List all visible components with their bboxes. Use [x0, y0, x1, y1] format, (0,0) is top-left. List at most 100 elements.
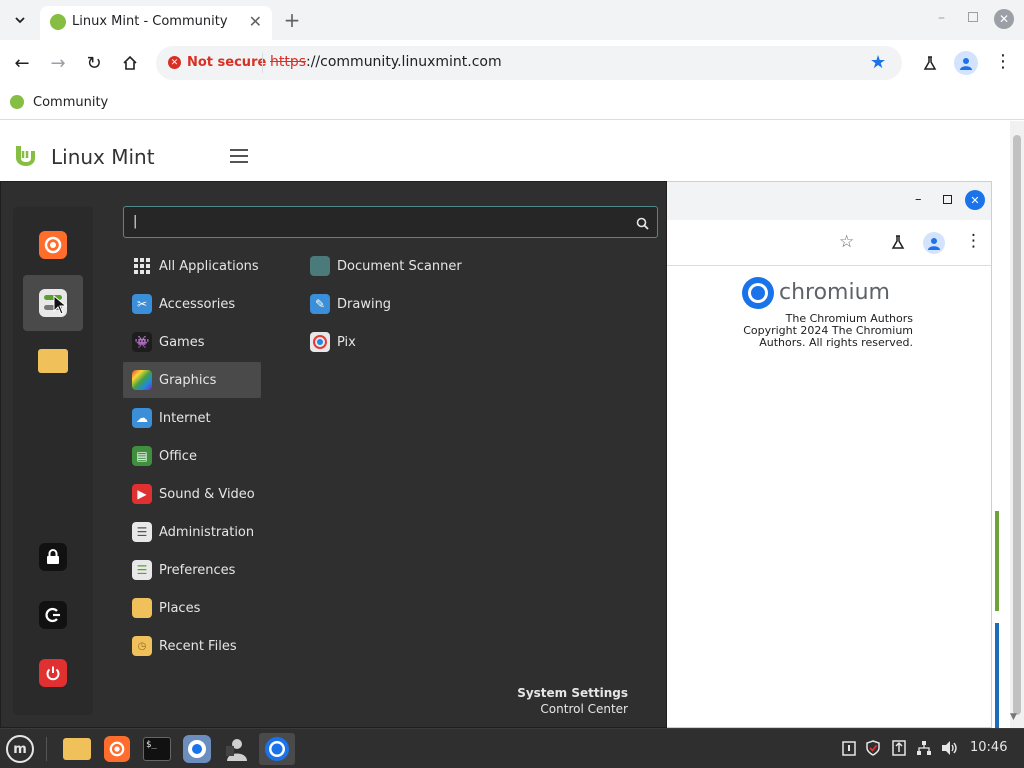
recent-files-icon: ◷ — [132, 636, 152, 656]
url-scheme: https — [270, 54, 307, 70]
category-label: Administration — [159, 524, 255, 540]
menu-button[interactable]: m — [2, 733, 38, 765]
internet-icon: ☁ — [132, 408, 152, 428]
taskbar-chromium-window[interactable] — [259, 733, 295, 765]
category-label: Sound & Video — [159, 486, 255, 502]
drawing-icon: ✎ — [310, 294, 330, 314]
taskbar-firefox[interactable] — [99, 733, 135, 765]
clock[interactable]: 10:46 — [970, 740, 1007, 755]
category-places[interactable]: Places — [123, 590, 261, 626]
linux-mint-favicon-icon — [10, 95, 24, 109]
app-drawing[interactable]: ✎ Drawing — [301, 286, 541, 322]
profile-avatar-icon[interactable] — [954, 51, 978, 75]
scrollbar-thumb[interactable] — [1013, 135, 1021, 715]
category-recent-files[interactable]: ◷ Recent Files — [123, 628, 261, 664]
games-icon: 👾 — [132, 332, 152, 352]
app-document-scanner[interactable]: Document Scanner — [301, 248, 541, 284]
category-accessories[interactable]: ✂ Accessories — [123, 286, 261, 322]
site-title[interactable]: Linux Mint — [51, 145, 155, 169]
category-label: Office — [159, 448, 197, 464]
new-tab-icon[interactable]: + — [280, 8, 304, 32]
update-tray-icon[interactable] — [890, 739, 908, 757]
chromium-logo-icon — [741, 276, 775, 310]
not-secure-icon[interactable]: ✕ — [168, 56, 181, 69]
home-icon[interactable] — [118, 51, 142, 75]
folder-icon — [38, 349, 68, 373]
scroll-down-arrow-icon[interactable]: ▼ — [1010, 712, 1017, 722]
category-games[interactable]: 👾 Games — [123, 324, 261, 360]
shield-tray-icon[interactable] — [864, 739, 882, 757]
logout-icon — [39, 601, 67, 629]
back-icon[interactable]: ← — [10, 51, 34, 75]
taskbar-divider — [46, 737, 47, 761]
taskbar-files[interactable] — [59, 733, 95, 765]
minimize-icon[interactable]: – — [938, 10, 945, 26]
search-text-cursor: | — [133, 214, 138, 229]
taskbar-user-app[interactable] — [219, 733, 255, 765]
category-all-applications[interactable]: All Applications — [123, 248, 261, 284]
close-window-icon[interactable]: ✕ — [965, 190, 985, 210]
grid-icon — [132, 256, 152, 276]
firefox-icon — [104, 736, 130, 762]
network-tray-icon[interactable] — [915, 739, 933, 757]
category-label: Recent Files — [159, 638, 237, 654]
category-label: Places — [159, 600, 201, 616]
favorite-firefox[interactable] — [23, 217, 83, 273]
chromium-about-window[interactable]: – ✕ ☆ ⋮ chromium The Chromium Authors Co… — [640, 181, 992, 728]
hamburger-menu-icon[interactable] — [230, 149, 248, 163]
mouse-pointer-icon — [53, 294, 68, 319]
copyright-line-2: Authors. All rights reserved. — [759, 336, 913, 349]
category-label: All Applications — [159, 258, 259, 274]
category-label: Accessories — [159, 296, 236, 312]
minimize-icon[interactable]: – — [915, 192, 922, 207]
accessories-icon: ✂ — [132, 294, 152, 314]
category-graphics[interactable]: Graphics — [123, 362, 261, 398]
close-window-icon[interactable]: ✕ — [994, 9, 1014, 29]
security-label[interactable]: Not secure — [187, 55, 266, 70]
favorite-files[interactable] — [23, 333, 83, 389]
taskbar-chromium-launcher[interactable] — [179, 733, 215, 765]
clipboard-tray-icon[interactable] — [840, 739, 858, 757]
logout-button[interactable] — [23, 587, 83, 643]
category-office[interactable]: ▤ Office — [123, 438, 261, 474]
menu-search-input[interactable]: | — [123, 206, 658, 238]
profile-avatar-icon[interactable] — [923, 232, 945, 254]
maximize-icon[interactable] — [943, 195, 952, 204]
app-pix[interactable]: Pix — [301, 324, 541, 360]
labs-flask-icon[interactable] — [890, 234, 906, 254]
volume-tray-icon[interactable] — [941, 739, 959, 757]
tab-close-icon[interactable]: ✕ — [249, 12, 262, 31]
shutdown-button[interactable] — [23, 645, 83, 701]
category-sound-video[interactable]: ▶ Sound & Video — [123, 476, 261, 512]
category-administration[interactable]: ☰ Administration — [123, 514, 261, 550]
kebab-menu-icon[interactable]: ⋮ — [965, 233, 982, 250]
taskbar-terminal[interactable]: $_ — [139, 733, 175, 765]
tab-search-chevron-icon[interactable] — [8, 8, 32, 32]
browser-tab[interactable]: Linux Mint - Community ✕ — [40, 6, 272, 40]
reload-icon[interactable]: ↻ — [82, 51, 106, 75]
kebab-menu-icon[interactable]: ⋮ — [994, 53, 1012, 71]
power-icon — [39, 659, 67, 687]
forward-icon[interactable]: → — [46, 51, 70, 75]
page-green-edge — [995, 511, 999, 611]
lock-screen-button[interactable] — [23, 529, 83, 585]
page-scrollbar[interactable] — [1010, 121, 1024, 728]
chromium-brand: chromium — [779, 280, 890, 305]
app-label: Drawing — [337, 296, 392, 312]
labs-flask-icon[interactable] — [918, 51, 942, 75]
folder-icon — [132, 598, 152, 618]
footer-title: System Settings — [517, 686, 628, 700]
window-titlebar — [641, 182, 991, 220]
page-blue-edge — [995, 623, 999, 733]
category-preferences[interactable]: ☰ Preferences — [123, 552, 261, 588]
category-label: Preferences — [159, 562, 236, 578]
bookmark-star-icon[interactable]: ★ — [870, 52, 886, 73]
category-label: Games — [159, 334, 205, 350]
maximize-icon[interactable] — [968, 12, 978, 22]
category-internet[interactable]: ☁ Internet — [123, 400, 261, 436]
favorites-sidebar — [13, 207, 93, 715]
address-bar[interactable]: ✕ Not secure https ://community.linuxmin… — [156, 46, 902, 80]
folder-icon — [63, 738, 91, 760]
bookmark-star-outline-icon[interactable]: ☆ — [839, 232, 854, 252]
bookmark-community[interactable]: Community — [10, 92, 108, 112]
